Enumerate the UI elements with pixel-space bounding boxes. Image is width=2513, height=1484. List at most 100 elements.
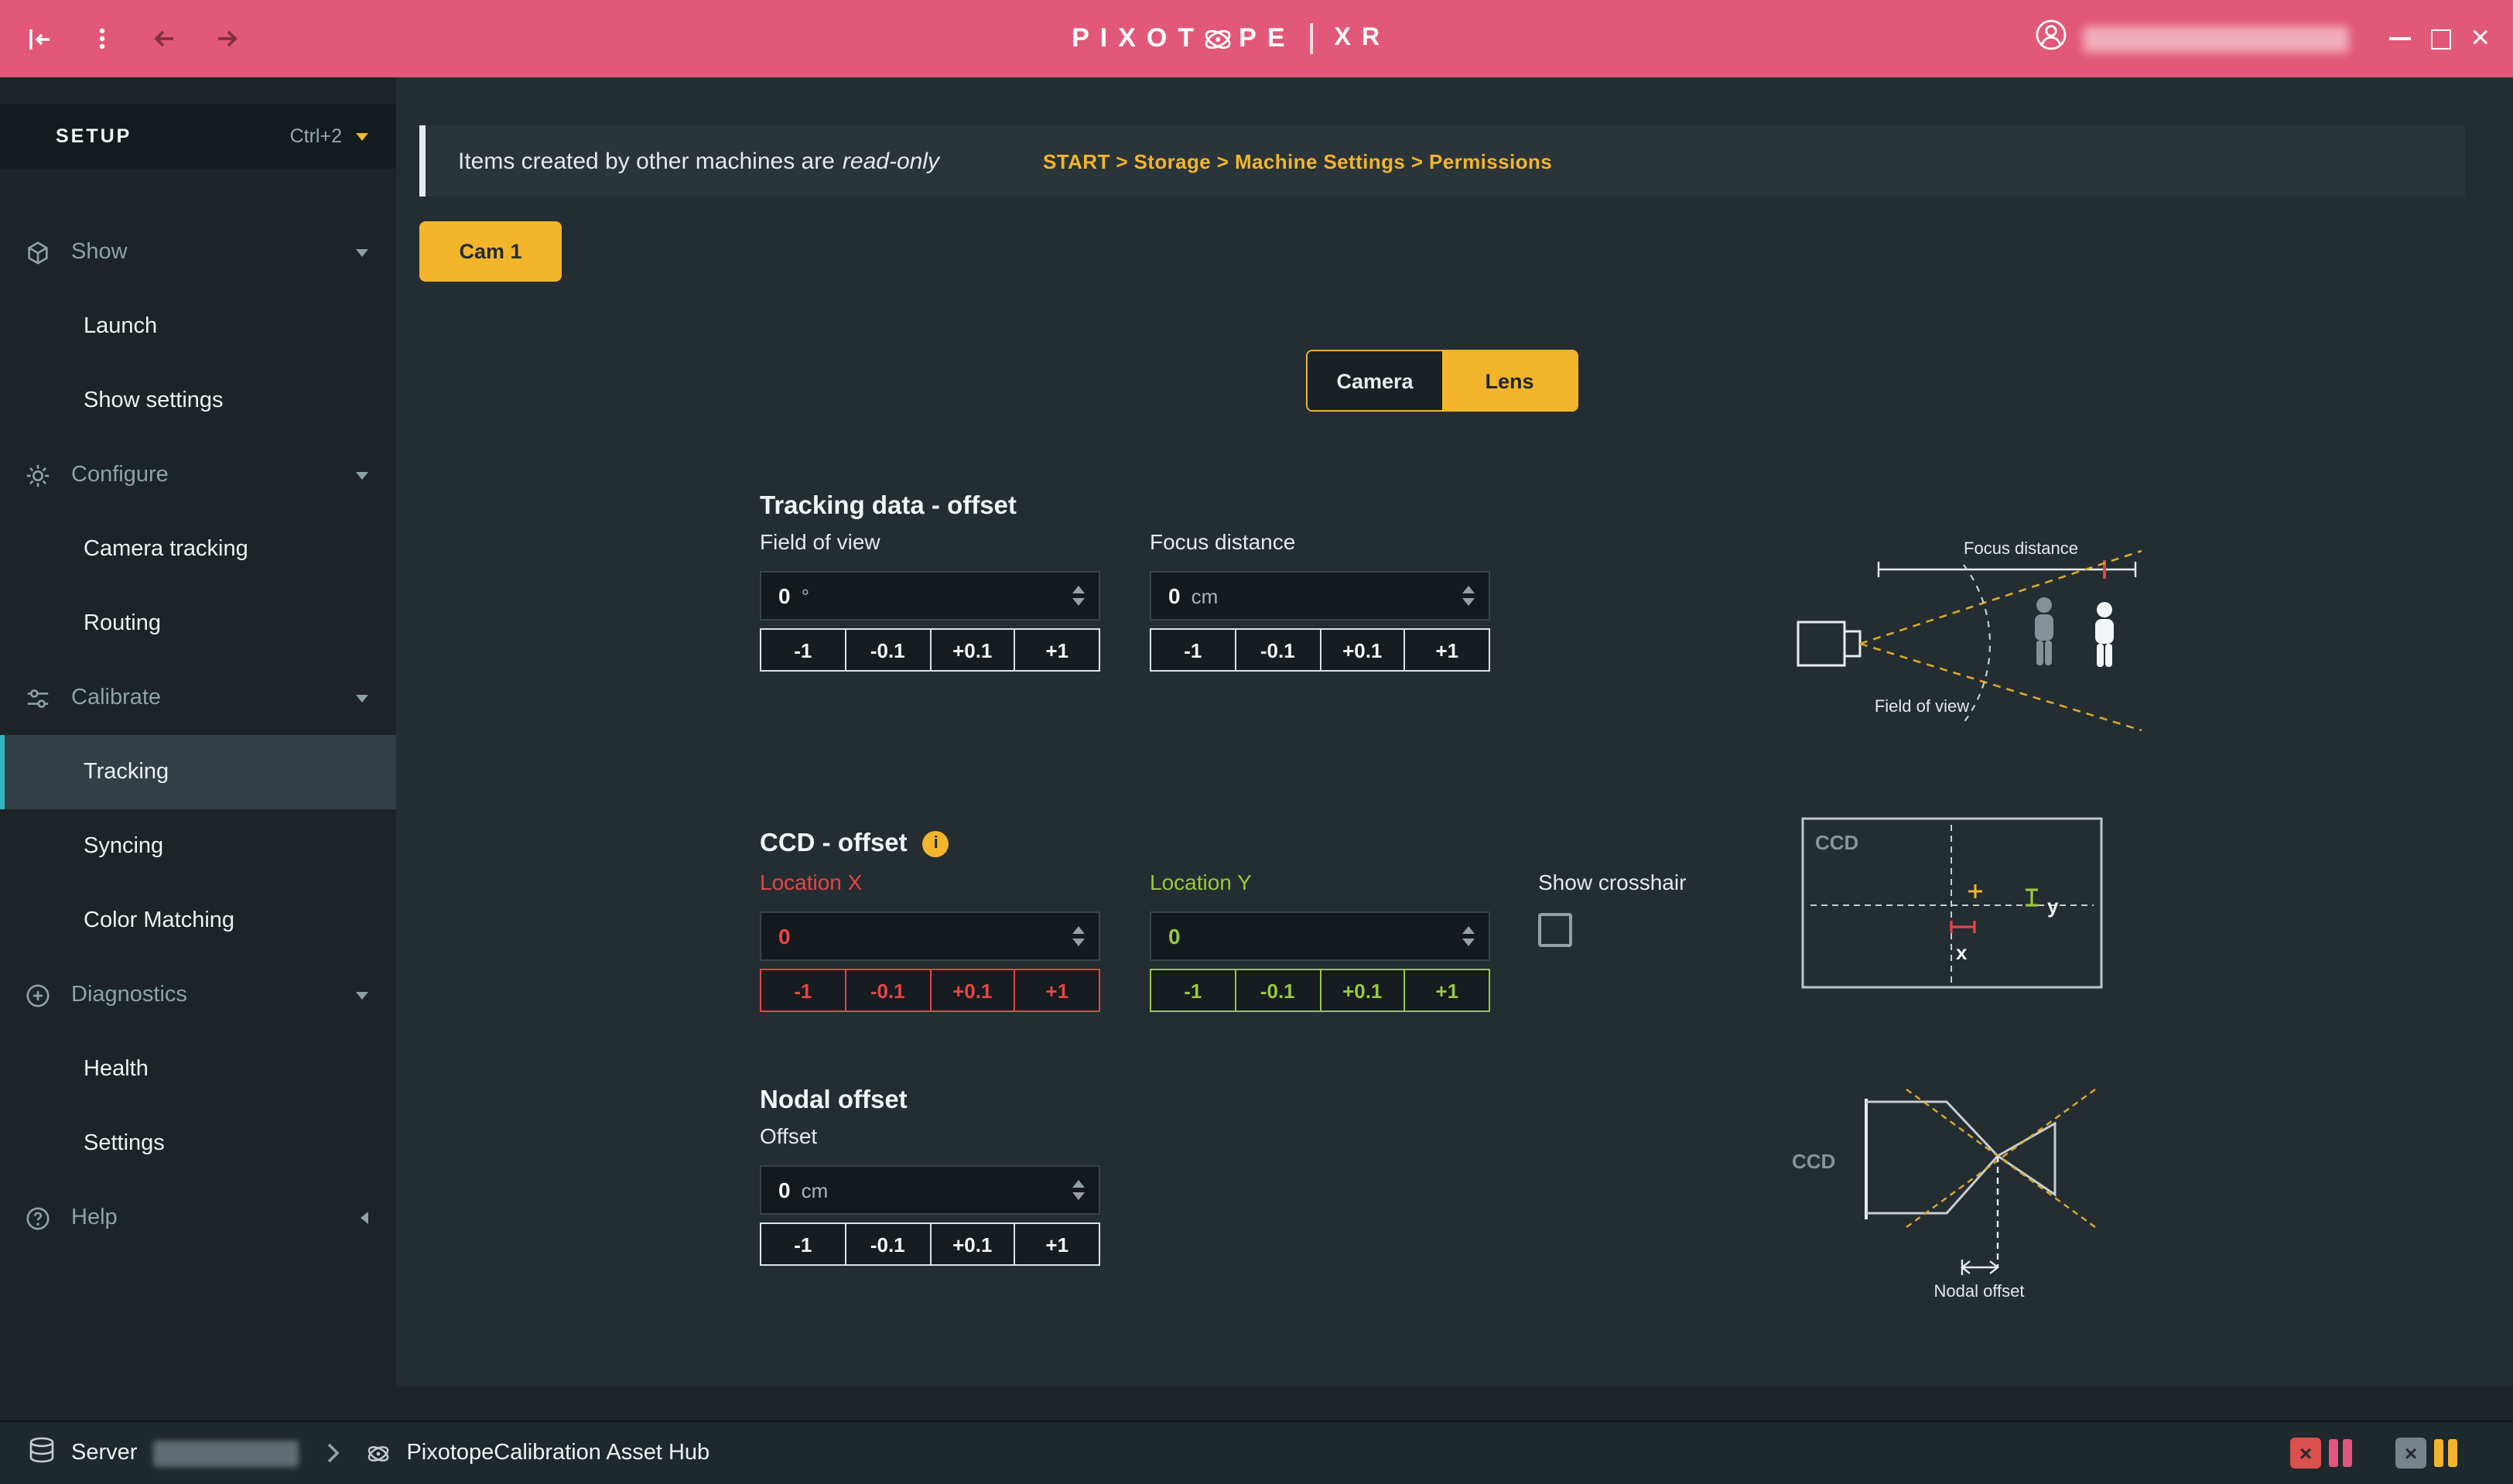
fov-step-minus-1[interactable]: -1 [760, 628, 846, 672]
breadcrumb[interactable]: START > Storage > Machine Settings > Per… [1043, 149, 1552, 173]
locy-step-plus-1[interactable]: +1 [1404, 969, 1491, 1012]
info-icon[interactable]: i [923, 830, 949, 857]
cam-1-button[interactable]: Cam 1 [419, 221, 562, 282]
focus-distance-input[interactable]: 0 cm [1150, 571, 1490, 621]
spinner-arrows[interactable] [1072, 586, 1085, 606]
sidebar-item-launch[interactable]: Launch [0, 289, 396, 364]
content-bottom-strip [396, 1387, 2513, 1421]
sidebar: SETUP Ctrl+2 Show Launch Show settings [0, 77, 396, 1421]
setup-mode-selector[interactable]: SETUP Ctrl+2 [0, 104, 396, 169]
tab-camera[interactable]: Camera [1308, 351, 1442, 410]
sidebar-item-diagnostics[interactable]: Diagnostics [0, 958, 396, 1032]
user-account-icon[interactable] [2034, 19, 2067, 59]
back-arrow-icon[interactable] [139, 12, 189, 65]
nodal-offset-title: Nodal offset [760, 1086, 908, 1115]
focus-step-plus-01[interactable]: +0.1 [1319, 628, 1406, 672]
nodal-step-minus-1[interactable]: -1 [760, 1222, 846, 1266]
fov-step-plus-1[interactable]: +1 [1014, 628, 1101, 672]
spinner-arrows[interactable] [1072, 926, 1085, 946]
nodal-step-plus-01[interactable]: +0.1 [929, 1222, 1016, 1266]
setup-shortcut: Ctrl+2 [290, 125, 342, 147]
location-y-label: Location Y [1150, 870, 1490, 898]
nodal-diagram: CCD Nodal offset [1792, 1046, 2132, 1306]
chevron-down-icon [356, 132, 368, 140]
fov-step-plus-01[interactable]: +0.1 [929, 628, 1016, 672]
stop-engine-red-icon[interactable]: × [2290, 1438, 2321, 1469]
focus-step-plus-1[interactable]: +1 [1404, 628, 1491, 672]
brand-text-left: PIXOT [1072, 23, 1205, 54]
product-label: XR [1335, 25, 1390, 53]
field-of-view-group: Field of view 0 ° -1 -0.1 +0.1 +1 [760, 529, 1100, 672]
nodal-step-minus-01[interactable]: -0.1 [845, 1222, 932, 1266]
location-y-group: Location Y 0 -1 -0.1 +0.1 +1 [1150, 870, 1490, 1012]
maximize-button[interactable] [2430, 29, 2450, 49]
locx-step-minus-01[interactable]: -0.1 [845, 969, 932, 1012]
minimize-button[interactable] [2388, 37, 2410, 40]
sidebar-item-health[interactable]: Health [0, 1032, 396, 1106]
help-icon [23, 1205, 51, 1231]
show-crosshair-checkbox[interactable] [1538, 913, 1572, 947]
locx-step-plus-1[interactable]: +1 [1014, 969, 1101, 1012]
spinner-arrows[interactable] [1072, 1180, 1085, 1200]
svg-text:x: x [1956, 941, 1968, 964]
focus-step-minus-1[interactable]: -1 [1150, 628, 1236, 672]
sidebar-item-help[interactable]: Help [0, 1181, 396, 1255]
sidebar-item-tracking[interactable]: Tracking [0, 735, 396, 809]
chevron-down-icon [356, 248, 368, 256]
person-grey-icon [2035, 597, 2053, 665]
readonly-notice-bar: Items created by other machines areread-… [419, 125, 2465, 197]
locy-step-minus-1[interactable]: -1 [1150, 969, 1236, 1012]
locx-step-minus-1[interactable]: -1 [760, 969, 846, 1012]
svg-text:CCD: CCD [1815, 831, 1858, 854]
pause-engine-pink-icon[interactable] [2329, 1439, 2352, 1467]
sidebar-item-show-settings[interactable]: Show settings [0, 364, 396, 438]
statusbar: Server PixotopeCalibration Asset Hub × × [0, 1421, 2513, 1484]
nodal-step-plus-1[interactable]: +1 [1014, 1222, 1101, 1266]
sidebar-item-show[interactable]: Show [0, 215, 396, 289]
sidebar-item-camera-tracking[interactable]: Camera tracking [0, 512, 396, 586]
location-x-group: Location X 0 -1 -0.1 +0.1 +1 [760, 870, 1100, 1012]
forward-arrow-icon[interactable] [201, 12, 251, 65]
nodal-offset-group: Offset 0 cm -1 -0.1 +0.1 +1 [760, 1123, 1100, 1266]
pixotope-atom-icon [1202, 22, 1234, 55]
ccd-offset-title: CCD - offset i [760, 829, 949, 858]
show-icon [23, 239, 51, 265]
main-content: Items created by other machines areread-… [396, 77, 2513, 1421]
sidebar-item-syncing[interactable]: Syncing [0, 809, 396, 884]
kebab-menu-icon[interactable] [77, 12, 127, 65]
stop-engine-grey-icon[interactable]: × [2395, 1438, 2426, 1469]
sidebar-item-color-matching[interactable]: Color Matching [0, 884, 396, 958]
collapse-sidebar-icon[interactable] [15, 12, 65, 65]
spinner-arrows[interactable] [1462, 586, 1475, 606]
focus-distance-group: Focus distance 0 cm -1 -0.1 +0.1 +1 [1150, 529, 1490, 672]
show-crosshair-label: Show crosshair [1538, 870, 1686, 898]
locx-step-plus-01[interactable]: +0.1 [929, 969, 1016, 1012]
brand-divider [1310, 23, 1313, 54]
spinner-arrows[interactable] [1462, 926, 1475, 946]
field-of-view-steppers: -1 -0.1 +0.1 +1 [760, 628, 1100, 672]
locy-step-plus-01[interactable]: +0.1 [1319, 969, 1406, 1012]
fov-step-minus-01[interactable]: -0.1 [845, 628, 932, 672]
focus-step-minus-01[interactable]: -0.1 [1235, 628, 1321, 672]
sidebar-item-routing[interactable]: Routing [0, 586, 396, 661]
sidebar-item-calibrate[interactable]: Calibrate [0, 661, 396, 735]
tab-lens[interactable]: Lens [1442, 351, 1577, 410]
svg-text:Focus distance: Focus distance [1964, 539, 2078, 558]
pixotope-hub-icon [364, 1440, 391, 1466]
locy-step-minus-01[interactable]: -0.1 [1235, 969, 1321, 1012]
field-of-view-input[interactable]: 0 ° [760, 571, 1100, 621]
close-button[interactable]: × [2470, 25, 2490, 53]
tracking-offset-title: Tracking data - offset [760, 491, 1017, 521]
nodal-offset-label: Offset [760, 1123, 1100, 1151]
readonly-notice-text: Items created by other machines areread-… [458, 148, 939, 174]
chevron-down-icon [356, 471, 368, 479]
sidebar-item-settings[interactable]: Settings [0, 1106, 396, 1181]
focus-distance-label: Focus distance [1150, 529, 1490, 557]
location-x-steppers: -1 -0.1 +0.1 +1 [760, 969, 1100, 1012]
svg-text:CCD: CCD [1792, 1150, 1835, 1173]
location-y-input[interactable]: 0 [1150, 911, 1490, 961]
sidebar-item-configure[interactable]: Configure [0, 438, 396, 512]
location-x-input[interactable]: 0 [760, 911, 1100, 961]
nodal-offset-input[interactable]: 0 cm [760, 1165, 1100, 1215]
pause-engine-amber-icon[interactable] [2434, 1439, 2457, 1467]
